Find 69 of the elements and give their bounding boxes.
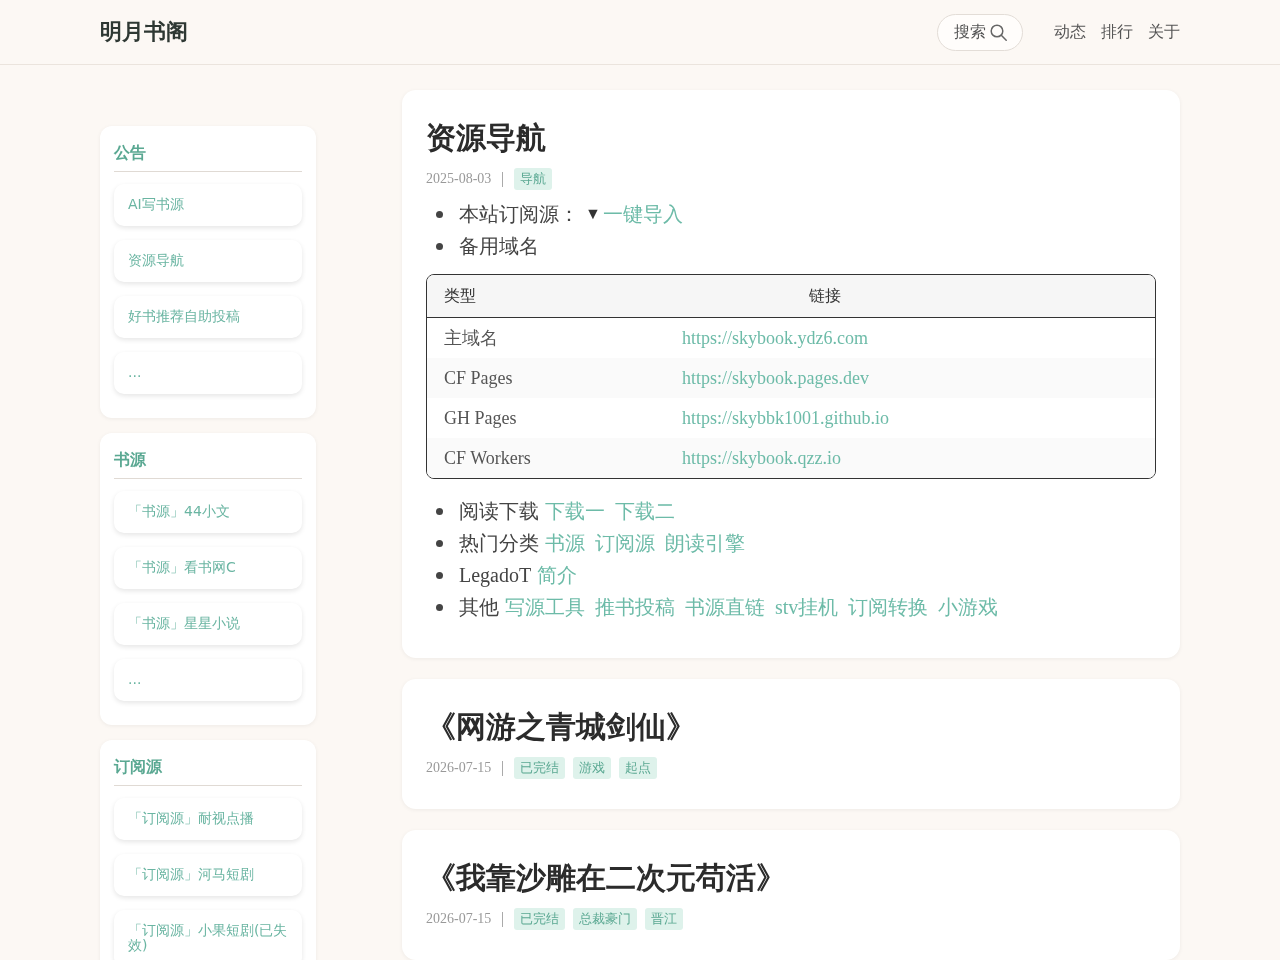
table-cell: CF Workers: [444, 447, 531, 468]
text-link[interactable]: 朗读引擎: [665, 527, 745, 559]
sidebar-title: 公告: [114, 140, 302, 172]
sidebar-link[interactable]: 「订阅源」耐视点播: [114, 798, 302, 840]
tag-link[interactable]: 导航: [514, 168, 553, 190]
url-link[interactable]: https://skybbk1001.github.io: [682, 407, 890, 428]
bullet-icon: [436, 507, 443, 515]
sidebar-title: 订阅源: [114, 754, 302, 786]
sidebar-link[interactable]: AI写书源: [114, 184, 302, 226]
text-link[interactable]: 推书投稿: [595, 591, 675, 623]
tag-link[interactable]: 已完结: [514, 757, 566, 779]
text-link[interactable]: 订阅源: [595, 527, 655, 559]
list-text: 阅读下载: [459, 499, 539, 524]
sidebar-link[interactable]: ...: [114, 659, 302, 701]
sidebar-link[interactable]: 「书源」44小文: [114, 491, 302, 533]
text-link[interactable]: stv挂机: [775, 591, 839, 623]
text-link[interactable]: 简介: [537, 559, 578, 591]
post-date: 2026-07-15: [426, 760, 492, 776]
post-title[interactable]: 资源导航: [426, 116, 1156, 160]
tag-link[interactable]: 晋江: [645, 908, 684, 930]
list-text: 其他: [459, 595, 499, 620]
post-title[interactable]: 《网游之青城剑仙》: [426, 705, 1156, 749]
sidebar-link[interactable]: 「订阅源」河马短剧: [114, 854, 302, 896]
url-link[interactable]: https://skybook.pages.dev: [682, 367, 869, 388]
sidebar-link[interactable]: 资源导航: [114, 240, 302, 282]
tag-link[interactable]: 起点: [619, 757, 658, 779]
text-link[interactable]: 一键导入: [602, 198, 683, 230]
list-text: 本站订阅源：: [459, 202, 579, 227]
url-link[interactable]: https://skybook.qzz.io: [682, 447, 841, 468]
bullet-icon: [436, 242, 443, 250]
text-link[interactable]: 书源: [545, 527, 585, 559]
list-text: 热门分类: [459, 531, 539, 556]
bullet-icon: [436, 603, 443, 611]
tag-link[interactable]: 总裁豪门: [573, 908, 638, 930]
list-text: 备用域名: [459, 234, 539, 259]
table-cell: CF Pages: [444, 367, 513, 388]
text-link[interactable]: 下载二: [615, 495, 675, 527]
site-logo[interactable]: 明月书阁: [100, 17, 188, 47]
url-link[interactable]: https://skybook.ydz6.com: [682, 327, 868, 348]
text-link[interactable]: 书源直链: [685, 591, 765, 623]
tag-link[interactable]: 游戏: [573, 757, 612, 779]
sidebar-link[interactable]: 「订阅源」小果短剧(已失效): [114, 910, 302, 960]
search-icon: [990, 23, 1007, 41]
sidebar-link[interactable]: 「书源」星星小说: [114, 603, 302, 645]
post-date: 2026-07-15: [426, 911, 492, 927]
column-header: 链接: [809, 285, 841, 305]
column-header: 类型: [444, 285, 476, 305]
sidebar-link[interactable]: 「书源」看书网C: [114, 547, 302, 589]
list-text: LegadoT: [459, 563, 532, 589]
table-cell: 主域名: [444, 328, 498, 348]
nav-link[interactable]: 动态: [1054, 21, 1086, 43]
text-link[interactable]: 写源工具: [505, 591, 585, 623]
post-date: 2025-08-03: [426, 171, 492, 187]
bullet-icon: [436, 571, 443, 579]
text-link[interactable]: 订阅转换: [848, 591, 929, 623]
table-cell: GH Pages: [444, 407, 517, 428]
sidebar-link[interactable]: ...: [114, 352, 302, 394]
sidebar-title: 书源: [114, 447, 302, 479]
bullet-icon: [436, 539, 443, 547]
nav-link[interactable]: 排行: [1101, 21, 1133, 43]
text-link[interactable]: 下载一: [545, 495, 605, 527]
search-button[interactable]: 搜索: [937, 13, 1023, 51]
nav-link[interactable]: 关于: [1148, 21, 1180, 43]
post-title[interactable]: 《我靠沙雕在二次元苟活》: [426, 856, 1156, 900]
bullet-icon: [436, 210, 443, 218]
sidebar-link[interactable]: 好书推荐自助投稿: [114, 296, 302, 338]
disclosure-triangle[interactable]: ▼: [585, 198, 601, 230]
tag-link[interactable]: 已完结: [514, 908, 566, 930]
text-link[interactable]: 小游戏: [938, 591, 999, 623]
